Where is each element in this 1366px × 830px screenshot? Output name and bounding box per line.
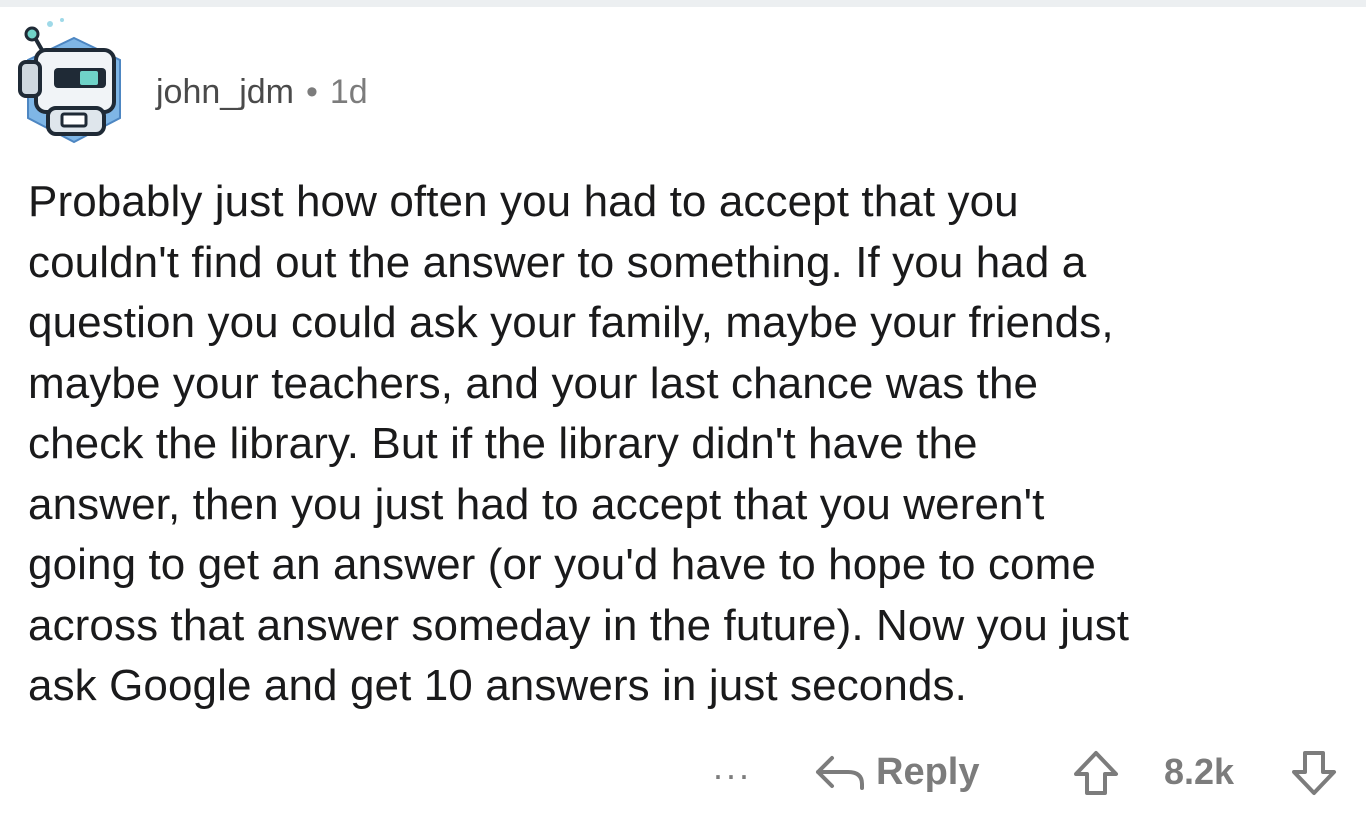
reply-arrow-icon (816, 756, 864, 790)
comment-action-bar: ··· Reply 8.2k (0, 742, 1366, 802)
comment-line: question you could ask your family, mayb… (28, 298, 1114, 347)
reply-button[interactable]: Reply (814, 742, 979, 802)
comment-age: 1d (329, 72, 368, 111)
comment-header: john_jdm • 1d (156, 70, 368, 114)
comment-line: Probably just how often you had to accep… (28, 177, 1019, 226)
comment-line: across that answer someday in the future… (28, 600, 1130, 650)
separator-dot: • (305, 72, 318, 111)
comment-line: going to get an answer (or you'd have to… (28, 540, 1096, 589)
upvote-arrow-icon[interactable] (1072, 750, 1120, 796)
comment-line: check the library. But if the library di… (28, 419, 978, 468)
comment-line: couldn't find out the answer to somethin… (28, 237, 1087, 287)
downvote-arrow-icon[interactable] (1290, 750, 1338, 796)
user-avatar[interactable] (14, 16, 126, 144)
more-options-icon[interactable]: ··· (712, 754, 751, 796)
comment-line: ask Google and get 10 answers in just se… (28, 661, 967, 710)
comment-body: Probably just how often you had to accep… (28, 172, 1358, 717)
reply-label: Reply (876, 750, 980, 793)
vote-score: 8.2k (1164, 751, 1235, 792)
top-divider (0, 0, 1366, 7)
comment-line: maybe your teachers, and your last chanc… (28, 358, 1039, 408)
robot-avatar-icon (18, 18, 121, 144)
comment-line: answer, then you just had to accept that… (28, 479, 1045, 529)
username-link[interactable]: john_jdm (156, 73, 294, 112)
